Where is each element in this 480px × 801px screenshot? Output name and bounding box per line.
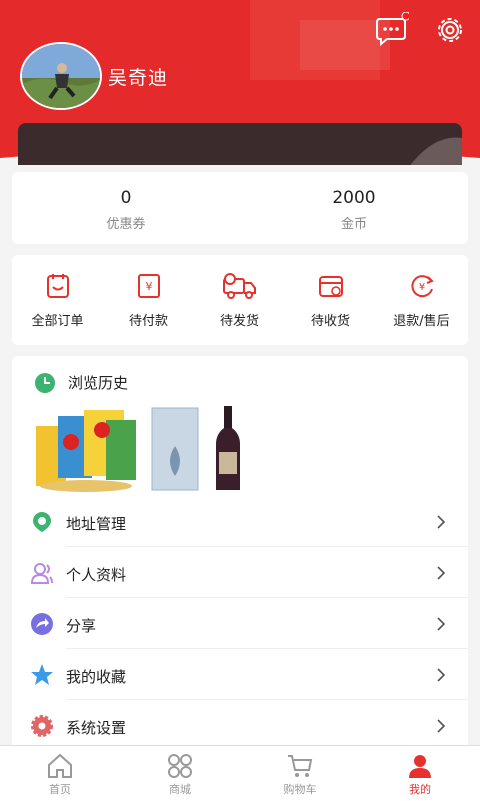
chevron-right-icon [437, 617, 446, 631]
menu-share[interactable]: 分享 [12, 599, 468, 649]
profile-header: 吴奇迪 [0, 0, 480, 165]
tab-mine[interactable]: 我的 [360, 746, 480, 801]
menu-address[interactable]: 地址管理 [12, 497, 468, 547]
tab-mine-label: 我的 [409, 783, 431, 796]
product-wine-bottle-thumbnail[interactable] [210, 406, 246, 492]
orders-card: 全部订单 ¥ 待付款 待发货 待收货 ¥ 退款/售后 [12, 255, 468, 345]
banner-image [18, 123, 462, 165]
clock-icon [35, 373, 55, 393]
product-chips-thumbnail[interactable] [36, 406, 140, 492]
history-title: 浏览历史 [68, 374, 129, 392]
menu-profile-label: 个人资料 [66, 566, 127, 584]
tab-cart[interactable]: 购物车 [240, 746, 360, 801]
assets-card: 0 优惠券 2000 金币 [12, 172, 468, 244]
settings-button[interactable] [432, 12, 468, 48]
order-all-label: 全部订单 [31, 314, 84, 329]
coin-count: 2000 [332, 188, 376, 208]
box-icon [319, 276, 343, 297]
chat-icon [376, 11, 411, 47]
divider [66, 648, 468, 649]
svg-text:¥: ¥ [419, 282, 425, 293]
tab-mall[interactable]: 商城 [120, 746, 240, 801]
order-refund-label: 退款/售后 [393, 314, 450, 329]
home-icon [48, 753, 72, 778]
menu-share-label: 分享 [66, 617, 97, 635]
refund-icon: ¥ [411, 275, 434, 298]
divider [66, 597, 468, 598]
menu-favorites[interactable]: 我的收藏 [12, 650, 468, 700]
avatar-photo [22, 44, 100, 108]
tab-home-label: 首页 [49, 783, 71, 796]
tab-mall-label: 商城 [169, 783, 191, 796]
gear-icon [438, 18, 462, 42]
product-wine-box-thumbnail[interactable] [150, 406, 200, 492]
order-unreceived[interactable]: 待收货 [285, 255, 376, 345]
order-unreceived-label: 待收货 [310, 314, 350, 329]
chevron-right-icon [437, 668, 446, 682]
svg-text:¥: ¥ [146, 280, 153, 293]
settings-icon [31, 715, 53, 737]
cart-icon [288, 755, 313, 777]
menu-profile[interactable]: 个人资料 [12, 548, 468, 598]
location-icon [33, 512, 51, 532]
coupon-label: 优惠券 [106, 217, 146, 232]
banner[interactable] [18, 123, 462, 165]
avatar[interactable] [20, 42, 102, 110]
order-unpaid-label: 待付款 [128, 314, 168, 329]
order-list-icon [47, 274, 69, 298]
order-all[interactable]: 全部订单 [12, 255, 103, 345]
profile-icon [30, 563, 53, 584]
user-icon [409, 755, 431, 778]
coin-label: 金币 [340, 217, 367, 232]
menu-settings-label: 系统设置 [66, 719, 127, 737]
tab-home[interactable]: 首页 [0, 746, 120, 801]
share-icon [31, 613, 53, 635]
coin-stat[interactable]: 2000 金币 [240, 172, 468, 244]
username: 吴奇迪 [108, 67, 169, 89]
tab-cart-label: 购物车 [283, 783, 317, 796]
payment-icon: ¥ [138, 274, 160, 298]
order-unshipped-label: 待发货 [219, 314, 259, 329]
mall-icon [168, 754, 192, 778]
menu-favorites-label: 我的收藏 [66, 668, 127, 686]
divider [66, 699, 468, 700]
order-refund[interactable]: ¥ 退款/售后 [376, 255, 467, 345]
menu-settings[interactable]: 系统设置 [12, 701, 468, 751]
bottom-tab-bar: 首页 商城 购物车 我的 [0, 745, 480, 801]
coupon-stat[interactable]: 0 优惠券 [12, 172, 240, 244]
chevron-right-icon [437, 566, 446, 580]
chevron-right-icon [437, 515, 446, 529]
menu-address-label: 地址管理 [66, 515, 127, 533]
order-unshipped[interactable]: 待发货 [194, 255, 285, 345]
star-icon [31, 664, 53, 685]
chevron-right-icon [437, 719, 446, 733]
divider [66, 546, 468, 547]
coupon-count: 0 [120, 188, 132, 208]
truck-icon [223, 273, 256, 299]
message-button[interactable] [373, 11, 411, 48]
order-unpaid[interactable]: ¥ 待付款 [103, 255, 194, 345]
